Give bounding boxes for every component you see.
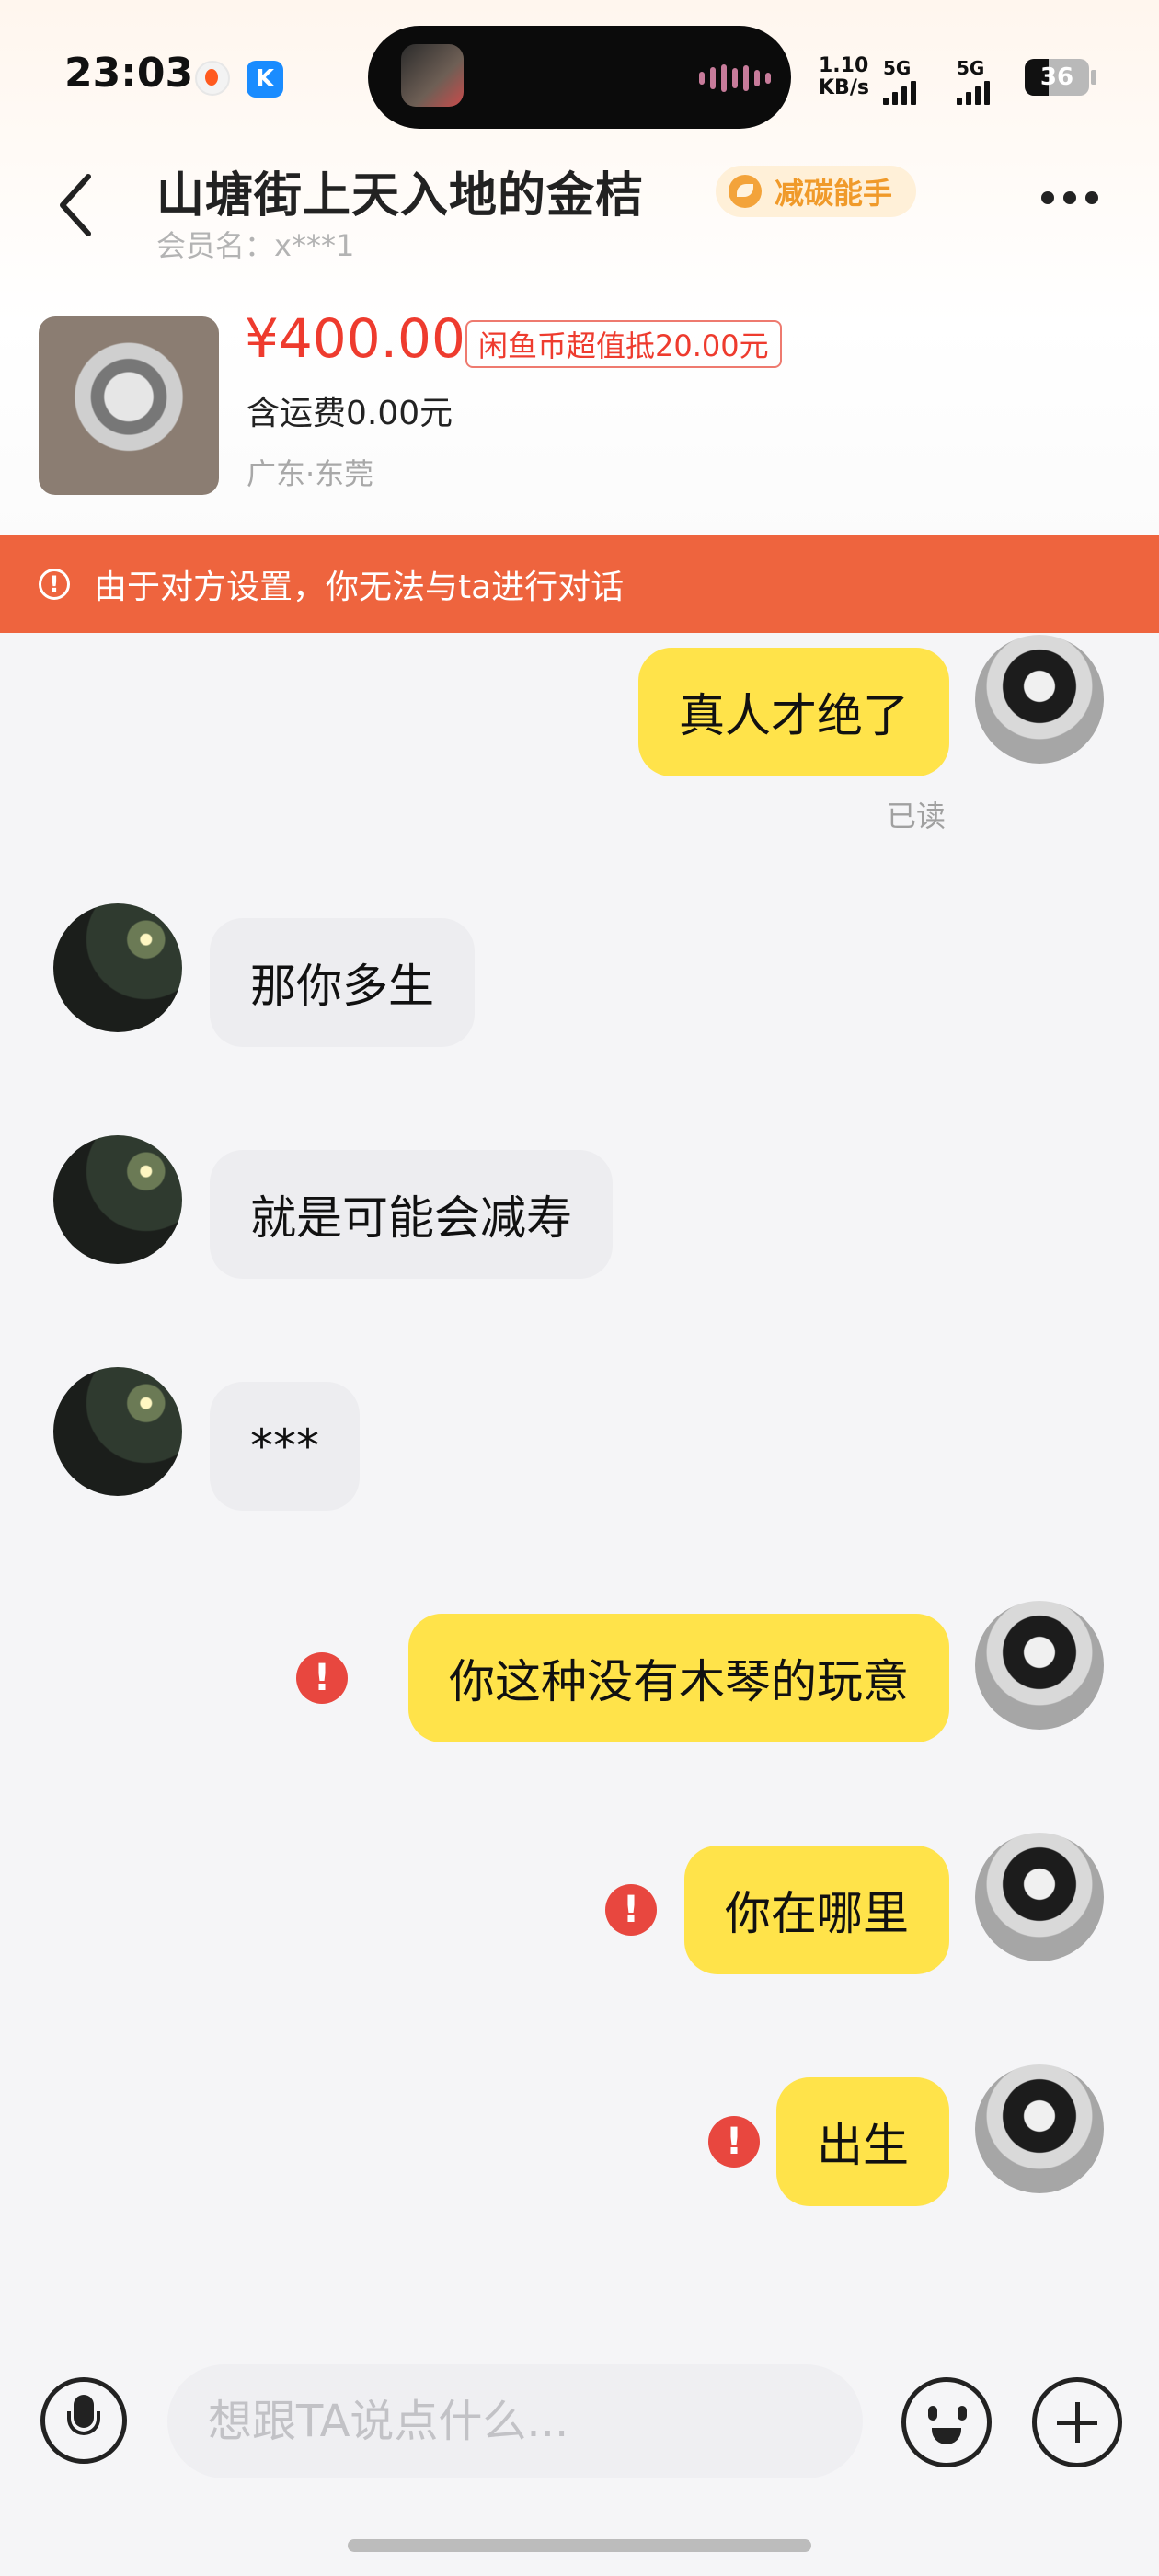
network-speed-unit: KB/s <box>819 76 869 99</box>
member-name: 会员名：x***1 <box>156 228 355 263</box>
audio-wave-icon <box>699 64 771 92</box>
notice-text: 由于对方设置，你无法与ta进行对话 <box>94 569 625 606</box>
avatar-other[interactable] <box>53 1367 182 1496</box>
message-bubble-sent[interactable]: 出生 <box>776 2077 949 2206</box>
chevron-left-icon <box>60 174 91 236</box>
battery-icon: 36 <box>1025 59 1089 96</box>
more-dot <box>1063 191 1076 204</box>
weibo-icon <box>195 61 230 96</box>
battery-level: 36 <box>1039 63 1074 91</box>
app-k-icon: K <box>247 61 283 98</box>
shipping-fee: 含运费0.00元 <box>247 395 453 432</box>
send-failed-icon[interactable]: ! <box>296 1652 348 1704</box>
microphone-icon[interactable] <box>40 2377 127 2464</box>
home-indicator[interactable] <box>348 2539 811 2552</box>
signal-label: 5G <box>957 57 985 79</box>
page-title: 山塘街上天入地的金桔 <box>156 168 645 224</box>
notice-banner: ! 由于对方设置，你无法与ta进行对话 <box>0 535 1159 633</box>
network-speed-value: 1.10 <box>819 54 869 77</box>
message-bubble-received[interactable]: 那你多生 <box>210 918 475 1047</box>
product-price: ¥400.00 <box>245 307 465 370</box>
send-failed-icon[interactable]: ! <box>605 1884 657 1936</box>
network-speed: 1.10 KB/s <box>819 55 869 99</box>
avatar-other[interactable] <box>53 1135 182 1264</box>
product-image[interactable] <box>39 316 219 495</box>
message-bubble-received[interactable]: 就是可能会减寿 <box>210 1150 613 1279</box>
badge-label: 减碳能手 <box>775 176 893 211</box>
send-failed-icon[interactable]: ! <box>708 2116 760 2168</box>
signal-label: 5G <box>883 57 912 79</box>
exclamation-circle-icon: ! <box>39 569 70 600</box>
avatar-self[interactable] <box>975 1833 1104 1961</box>
carbon-badge[interactable]: 减碳能手 <box>716 166 917 217</box>
emoji-icon[interactable] <box>901 2377 992 2467</box>
more-button[interactable] <box>1041 191 1098 204</box>
message-input[interactable] <box>167 2364 863 2478</box>
message-bubble-sent[interactable]: 你在哪里 <box>684 1846 949 1974</box>
now-playing-thumbnail <box>401 44 464 107</box>
avatar-self[interactable] <box>975 635 1104 764</box>
message-bubble-received[interactable]: *** <box>210 1382 360 1511</box>
message-bubble-sent[interactable]: 真人才绝了 <box>638 648 949 776</box>
signal-5g-2: 5G <box>957 57 990 105</box>
battery-tip <box>1091 70 1096 85</box>
coupon-badge: 闲鱼币超值抵20.00元 <box>465 320 782 368</box>
read-status: 已读 <box>887 799 947 834</box>
product-location: 广东·东莞 <box>247 456 374 491</box>
status-time: 23:03 <box>64 50 194 97</box>
more-dot <box>1085 191 1098 204</box>
avatar-self[interactable] <box>975 2064 1104 2193</box>
back-button[interactable] <box>53 171 99 239</box>
signal-bars-icon <box>883 81 916 105</box>
more-horizontal-icon <box>1041 191 1054 204</box>
avatar-other[interactable] <box>53 903 182 1032</box>
plus-icon[interactable] <box>1032 2377 1122 2467</box>
message-bubble-sent[interactable]: 你这种没有木琴的玩意 <box>408 1614 949 1742</box>
leaf-icon <box>729 175 762 208</box>
signal-bars-icon <box>957 81 990 105</box>
signal-5g-1: 5G <box>883 57 916 105</box>
avatar-self[interactable] <box>975 1601 1104 1730</box>
